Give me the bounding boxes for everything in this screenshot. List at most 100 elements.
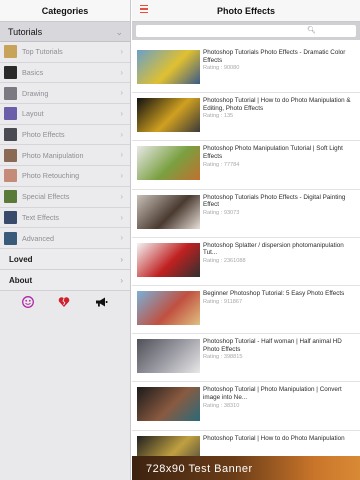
category-label: Special Effects [22, 192, 70, 202]
chevron-right-icon: › [120, 171, 123, 181]
video-list-item[interactable]: Photoshop Tutorials Photo Effects - Dram… [132, 45, 360, 94]
category-thumbnail [4, 86, 17, 100]
video-list-item[interactable]: Photoshop Tutorial | How to do Photo Man… [132, 93, 360, 142]
loved-label: Loved [9, 254, 33, 264]
category-thumbnail [4, 169, 17, 183]
video-info: Photoshop Tutorial | Photo Manipulation … [203, 385, 353, 410]
category-item[interactable]: Photo Retouching › [0, 166, 130, 187]
video-rating: Rating : 93073 [203, 209, 240, 216]
chevron-right-icon: › [120, 233, 123, 243]
video-rating: Rating : 90080 [203, 65, 240, 72]
category-thumbnail [4, 107, 17, 121]
video-rating: Rating : 135 [203, 113, 234, 120]
broken-heart-icon[interactable] [58, 296, 70, 308]
category-item[interactable]: Basics › [0, 62, 130, 84]
video-info: Photoshop Photo Manipulation Tutorial | … [203, 144, 353, 169]
video-info: Photoshop Tutorial | How to do Photo Man… [203, 434, 353, 444]
video-info: Beginner Photoshop Tutorial: 5 Easy Phot… [203, 289, 353, 306]
video-rating: Rating : 2361088 [203, 257, 246, 264]
category-item[interactable]: Photo Effects › [0, 124, 130, 146]
video-list-item[interactable]: Photoshop Photo Manipulation Tutorial | … [132, 141, 360, 190]
video-list-item[interactable]: Photoshop Tutorial | Photo Manipulation … [132, 382, 360, 431]
video-thumbnail [137, 290, 200, 325]
video-title: Photoshop Tutorial | How to do Photo Man… [203, 434, 345, 442]
about-label: About [9, 275, 33, 285]
page-title: Photo Effects [216, 6, 275, 16]
category-thumbnail [4, 45, 17, 59]
video-title: Photoshop Tutorial - Half woman | Half a… [203, 338, 342, 353]
chevron-right-icon: › [120, 88, 123, 98]
chevron-right-icon: › [120, 129, 123, 139]
video-info: Photoshop Tutorial | How to do Photo Man… [203, 96, 353, 121]
video-list-item[interactable]: Photoshop Tutorial - Half woman | Half a… [132, 334, 360, 383]
about-menu-item[interactable]: About › [0, 269, 130, 291]
chevron-right-icon: › [120, 212, 123, 222]
category-label: Layout [22, 109, 44, 119]
smiley-icon[interactable] [22, 295, 35, 308]
photo-effects-panel: Photo Effects 🔍︎ Photoshop Tutorials Pho… [132, 0, 360, 480]
category-thumbnail [4, 128, 17, 142]
video-thumbnail [137, 194, 200, 229]
chevron-right-icon: › [120, 67, 123, 77]
video-title: Photoshop Photo Manipulation Tutorial | … [203, 145, 343, 160]
category-item[interactable]: Special Effects › [0, 186, 130, 208]
category-label: Top Tutorials [22, 47, 63, 57]
video-title: Beginner Photoshop Tutorial: 5 Easy Phot… [203, 289, 345, 297]
video-info: Photoshop Tutorial - Half woman | Half a… [203, 337, 353, 362]
video-thumbnail [137, 242, 200, 277]
category-thumbnail [4, 210, 17, 224]
categories-panel: Categories Tutorials ⌄ Top Tutorials › Bas… [0, 0, 131, 480]
photo-effects-header: Photo Effects [132, 0, 360, 22]
video-list-item[interactable]: Beginner Photoshop Tutorial: 5 Easy Phot… [132, 286, 360, 335]
category-label: Photo Retouching [22, 171, 80, 181]
video-list-item[interactable]: Photoshop Tutorials Photo Effects - Digi… [132, 190, 360, 238]
video-thumbnail [137, 98, 200, 133]
video-info: Photoshop Tutorials Photo Effects - Digi… [203, 193, 353, 218]
tutorials-section-header[interactable]: Tutorials ⌄ [0, 22, 130, 42]
chevron-right-icon: › [120, 150, 123, 160]
search-bar: 🔍︎ [132, 22, 360, 40]
video-title: Photoshop Tutorial | Photo Manipulation … [203, 386, 342, 401]
video-thumbnail [137, 387, 200, 422]
banner-text: 728x90 Test Banner [146, 463, 253, 475]
video-thumbnail [137, 339, 200, 374]
chevron-right-icon: › [120, 109, 123, 119]
video-rating: Rating : 38310 [203, 402, 240, 409]
video-title: Photoshop Tutorials Photo Effects - Digi… [203, 193, 346, 209]
video-rating: Rating : 911867 [203, 298, 243, 305]
video-list: Photoshop Tutorials Photo Effects - Dram… [132, 45, 360, 479]
search-icon: 🔍︎ [307, 27, 316, 34]
hamburger-line [140, 8, 148, 10]
video-title: Photoshop Tutorials Photo Effects - Dram… [203, 49, 346, 64]
category-label: Photo Effects [22, 130, 65, 140]
category-label: Basics [22, 68, 44, 78]
video-info: Photoshop Tutorials Photo Effects - Dram… [203, 48, 353, 73]
chevron-right-icon: › [120, 191, 123, 201]
ad-banner[interactable]: 728x90 Test Banner [132, 456, 360, 480]
chevron-down-icon: ⌄ [115, 27, 123, 37]
hamburger-line [140, 11, 148, 14]
video-title: Photoshop Splatter / dispersion photoman… [203, 241, 344, 257]
tutorials-section-label: Tutorials [8, 27, 43, 37]
category-list: Top Tutorials › Basics › Drawing › Layout › Phot… [0, 42, 130, 249]
video-thumbnail [137, 146, 200, 181]
category-item[interactable]: Top Tutorials › [0, 42, 130, 63]
loved-menu-item[interactable]: Loved › [0, 248, 130, 270]
video-rating: Rating : 398815 [203, 354, 243, 361]
category-item[interactable]: Layout › [0, 104, 130, 125]
megaphone-icon[interactable] [95, 296, 108, 308]
video-info: Photoshop Splatter / dispersion photoman… [203, 241, 353, 266]
menu-button[interactable] [140, 5, 150, 15]
category-label: Text Effects [22, 212, 60, 222]
chevron-right-icon: › [120, 47, 123, 56]
search-input[interactable]: 🔍︎ [136, 25, 356, 37]
category-thumbnail [4, 190, 17, 204]
video-list-item[interactable]: Photoshop Splatter / dispersion photoman… [132, 238, 360, 286]
category-item[interactable]: Text Effects › [0, 207, 130, 229]
category-item[interactable]: Advanced › [0, 228, 130, 249]
category-label: Photo Manipulation [22, 150, 84, 160]
video-rating: Rating : 77784 [203, 161, 240, 168]
category-label: Advanced [22, 233, 54, 243]
category-item[interactable]: Drawing › [0, 83, 130, 105]
category-item[interactable]: Photo Manipulation › [0, 145, 130, 167]
